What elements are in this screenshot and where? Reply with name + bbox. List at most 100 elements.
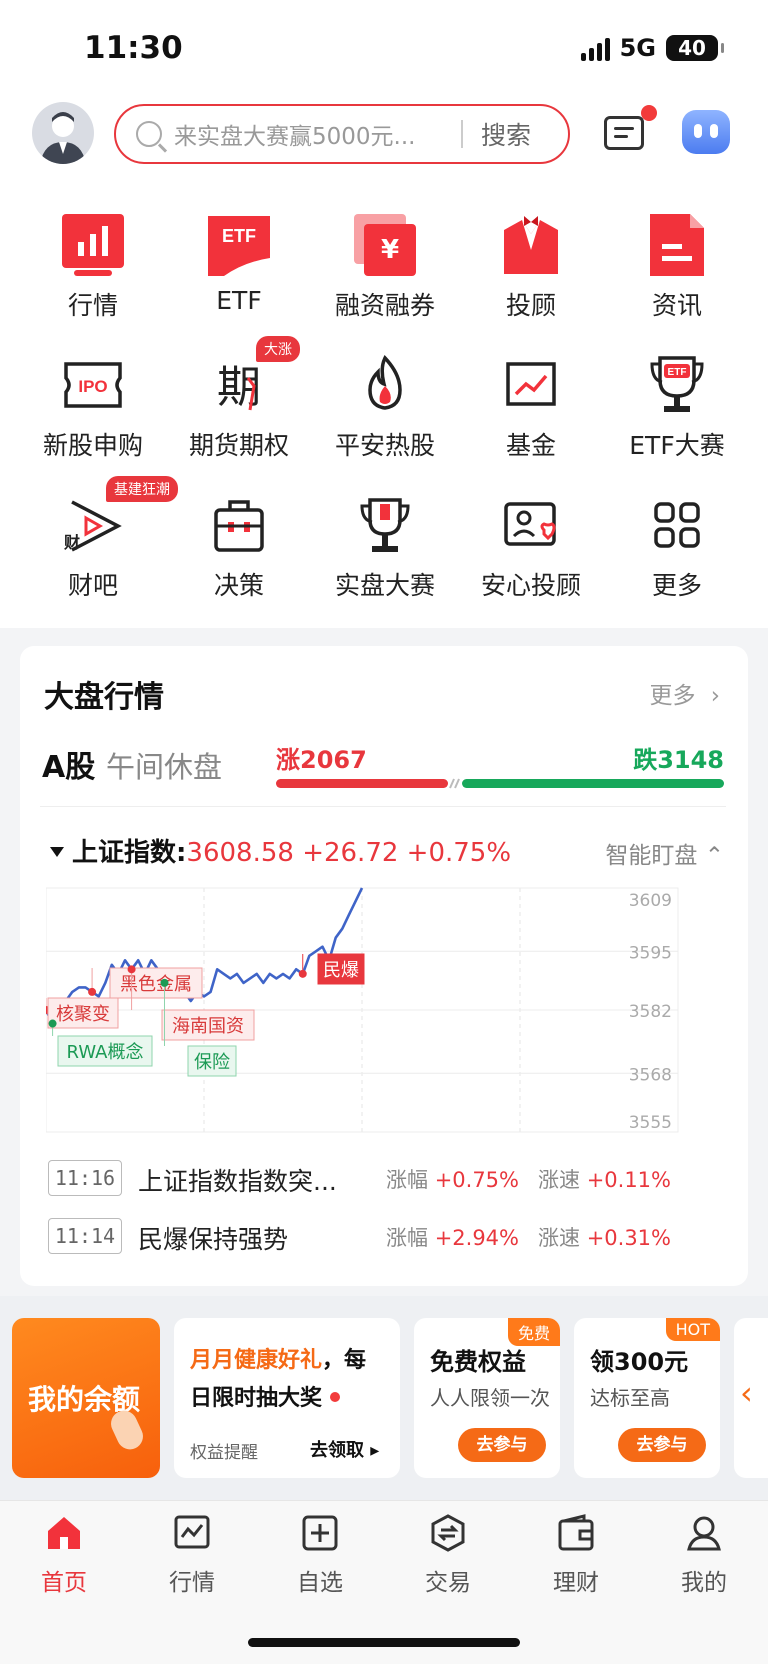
tab-label: 自选 <box>297 1570 343 1596</box>
news-time: 11:14 <box>48 1218 122 1254</box>
home-icon <box>44 1513 84 1553</box>
health-tip: 权益提醒 <box>190 1443 258 1463</box>
news-row[interactable]: 11:16 上证指数指数突... 涨幅 +0.75% 涨速 +0.11% <box>46 1160 736 1200</box>
menu-forum[interactable]: 财 财吧 基建狂潮 <box>20 476 178 602</box>
tab-quotes[interactable]: 行情 <box>128 1513 256 1597</box>
my-balance-card[interactable]: 我的余额 <box>12 1318 160 1478</box>
tab-trade[interactable]: 交易 <box>384 1513 512 1597</box>
menu-label: ETF大赛 <box>629 431 725 460</box>
tab-profile[interactable]: 我的 <box>640 1513 768 1597</box>
annotation-label: 黑色金属 <box>120 974 192 995</box>
decliners-bar <box>462 779 724 788</box>
news-title: 民爆保持强势 <box>138 1225 289 1254</box>
market-card: 大盘行情 更多 › A股 午间休盘 涨2067 跌3148 上证指数:3608.… <box>20 646 748 1286</box>
annotation-label: 民爆 <box>323 960 359 981</box>
menu-futures[interactable]: 期 期货期权 大涨 <box>166 336 312 462</box>
search-button[interactable]: 搜索 <box>481 116 531 152</box>
annotation-marker <box>48 1019 57 1028</box>
chevron-left-icon: ‹ <box>740 1374 753 1412</box>
index-summary[interactable]: 上证指数:3608.58 +26.72 +0.75% <box>50 832 511 869</box>
next-card-peek[interactable]: ‹ <box>734 1318 768 1478</box>
play-arrow-icon: ▸ <box>370 1440 380 1461</box>
menu-safe-advisor[interactable]: 安心投顾 <box>458 490 604 602</box>
menu-label: 更多 <box>651 571 702 600</box>
status-icons: 5G 40 <box>580 34 724 62</box>
menu-etf-contest[interactable]: ETF ETF大赛 <box>604 350 750 462</box>
avatar[interactable] <box>32 102 94 164</box>
id-card-icon <box>496 490 566 560</box>
menu-ipo[interactable]: IPO 新股申购 <box>20 350 166 462</box>
flame-icon <box>350 350 420 420</box>
free-title: 免费权益 <box>430 1348 526 1376</box>
hot-reward-card[interactable]: HOT 领300元 达标至高 去参与 <box>574 1318 720 1478</box>
menu-news[interactable]: 资讯 <box>604 210 750 322</box>
network-type: 5G <box>619 34 656 62</box>
tab-wealth[interactable]: 理财 <box>512 1513 640 1597</box>
index-intraday-chart[interactable]: 3609 3595 3582 3568 3555 核聚变 RWA概念 黑色金属海南国资保险 民爆 <box>46 886 738 1142</box>
menu-margin-trading[interactable]: ¥ 融资融券 <box>312 210 458 322</box>
y-tick-label: 3595 <box>629 943 672 963</box>
menu-more[interactable]: 更多 <box>604 490 750 602</box>
tab-label: 我的 <box>681 1570 727 1596</box>
y-tick-label: 3568 <box>629 1065 672 1085</box>
menu-hot-stocks[interactable]: 平安热股 <box>312 350 458 462</box>
tab-label: 首页 <box>41 1570 87 1596</box>
menu-label: 资讯 <box>651 291 702 320</box>
menu-decision[interactable]: 决策 <box>166 490 312 602</box>
free-benefit-card[interactable]: 免费 免费权益 人人限领一次 去参与 <box>414 1318 560 1478</box>
search-divider <box>461 120 463 148</box>
menu-label: 融资融券 <box>334 291 435 320</box>
more-link[interactable]: 更多 › <box>649 676 720 710</box>
annotation-label: 保险 <box>194 1052 230 1073</box>
smart-watch-label: 智能盯盘 <box>605 843 698 869</box>
notification-dot <box>641 105 657 121</box>
news-change: 涨幅 +0.75% <box>386 1168 519 1192</box>
smart-watch-toggle[interactable]: 智能盯盘 ⌃ <box>605 836 724 870</box>
menu-etf[interactable]: ETF ETF <box>166 210 312 315</box>
annotation-label: RWA概念 <box>67 1041 144 1063</box>
news-title: 上证指数指数突... <box>138 1167 337 1196</box>
claim-button[interactable]: 去领取 ▸ <box>310 1436 379 1462</box>
menu-quotes[interactable]: 行情 <box>20 210 166 322</box>
advance-decline-bar <box>276 778 724 789</box>
exchange-hexagon-icon <box>428 1513 468 1553</box>
search-icon <box>136 121 162 147</box>
menu-funds[interactable]: 基金 <box>458 350 604 462</box>
search-bar[interactable]: 来实盘大赛赢5000元... 搜索 <box>114 104 570 164</box>
svg-text:财: 财 <box>63 533 80 552</box>
free-join-button[interactable]: 去参与 <box>458 1428 546 1462</box>
svg-text:¥: ¥ <box>381 235 399 265</box>
health-gift-card[interactable]: 月月健康好礼，每 日限时抽大奖 权益提醒 去领取 ▸ <box>174 1318 400 1478</box>
user-icon <box>684 1513 724 1553</box>
search-input[interactable]: 来实盘大赛赢5000元... <box>174 117 449 151</box>
robot-assistant-icon[interactable] <box>682 110 730 154</box>
session-status: 午间休盘 <box>106 750 223 784</box>
tab-label: 行情 <box>169 1570 215 1596</box>
menu-live-contest[interactable]: 实盘大赛 <box>312 490 458 602</box>
trend-chart-icon <box>496 350 566 420</box>
menu-label: 投顾 <box>505 291 556 320</box>
svg-text:ETF: ETF <box>668 367 687 378</box>
tab-home[interactable]: 首页 <box>0 1513 128 1597</box>
health-line-1: 月月健康好礼，每 <box>190 1348 367 1373</box>
news-row[interactable]: 11:14 民爆保持强势 涨幅 +2.94% 涨速 +0.31% <box>46 1218 736 1258</box>
status-time: 11:30 <box>84 30 183 66</box>
annotation-label: 海南国资 <box>172 1016 244 1037</box>
trophy-icon: ETF <box>642 350 712 420</box>
futures-badge: 大涨 <box>256 336 300 362</box>
tab-watchlist[interactable]: 自选 <box>256 1513 384 1597</box>
y-tick-label: 3582 <box>629 1002 672 1022</box>
menu-advisor[interactable]: 投顾 <box>458 210 604 322</box>
menu-label: 基金 <box>505 431 556 460</box>
menu-label: 期货期权 <box>188 431 289 460</box>
hot-join-button[interactable]: 去参与 <box>618 1428 706 1462</box>
battery-icon: 40 <box>666 35 724 61</box>
message-icon[interactable] <box>604 105 657 150</box>
hot-tag: HOT <box>665 1318 720 1341</box>
a-share-label: A股 <box>42 750 96 785</box>
index-values: 3608.58 +26.72 +0.75% <box>186 838 512 868</box>
news-time: 11:16 <box>48 1160 122 1196</box>
signal-icon <box>580 35 610 61</box>
annotation-marker <box>88 987 97 996</box>
news-speed: 涨速 +0.31% <box>538 1226 671 1250</box>
